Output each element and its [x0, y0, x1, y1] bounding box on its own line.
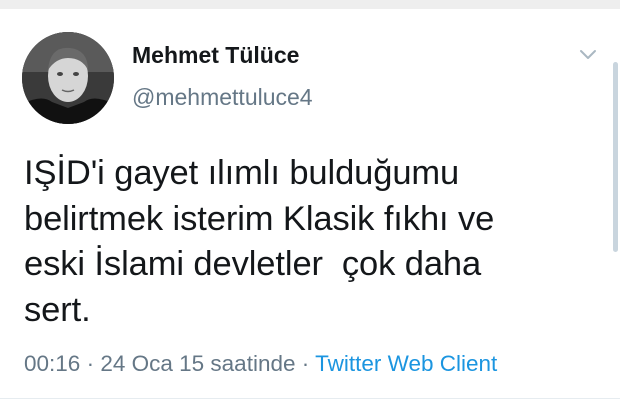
scrollbar[interactable] [613, 62, 618, 252]
meta-separator: · [301, 351, 310, 376]
tweet-text-line: eski İslami devletler çok daha [24, 245, 482, 283]
profile-photo-icon [22, 32, 114, 124]
tweet-meta: 00:16 · 24 Oca 15 saatinde · Twitter Web… [24, 351, 497, 377]
username[interactable]: @mehmettuluce4 [132, 84, 313, 111]
avatar[interactable] [22, 32, 114, 124]
display-name[interactable]: Mehmet Tülüce [132, 42, 299, 69]
bottom-divider [0, 398, 620, 399]
chevron-down-icon[interactable] [574, 40, 602, 68]
meta-separator: · [86, 351, 95, 376]
top-divider [0, 0, 620, 9]
tweet-date[interactable]: 24 Oca 15 saatinde [100, 351, 295, 376]
tweet-time[interactable]: 00:16 [24, 351, 80, 376]
tweet-text-line: belirtmek isterim Klasik fıkhı ve [24, 199, 495, 238]
tweet-text: IŞİD'i gayet ılımlı bulduğumu belirtmek … [24, 151, 584, 333]
tweet-text-line: IŞİD'i gayet ılımlı bulduğumu [24, 154, 460, 192]
tweet-text-line: sert. [24, 290, 91, 329]
tweet-source-link[interactable]: Twitter Web Client [315, 351, 497, 376]
